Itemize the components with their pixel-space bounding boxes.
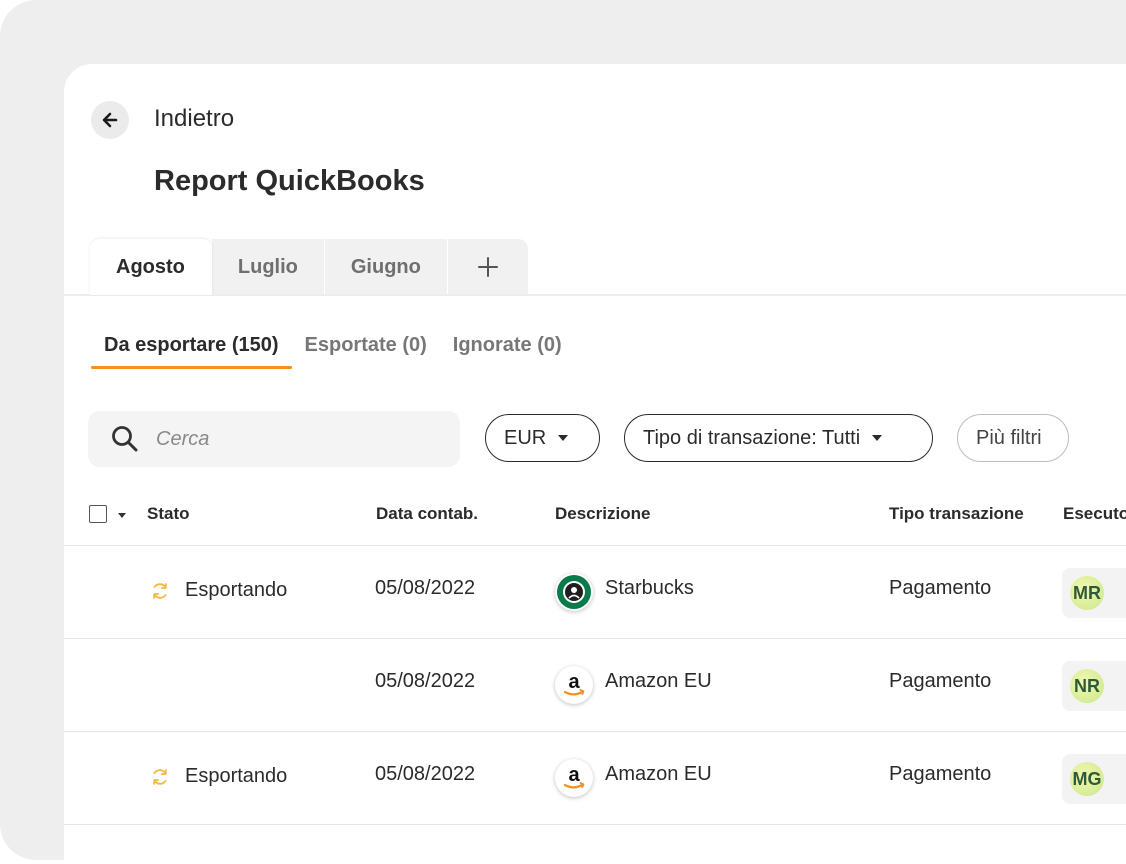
column-header-description[interactable]: Descrizione <box>555 504 650 524</box>
chevron-down-icon <box>872 435 883 441</box>
search-box[interactable] <box>88 411 460 467</box>
column-header-type[interactable]: Tipo transazione <box>889 504 1024 524</box>
tab-exported[interactable]: Esportate (0) <box>292 334 440 369</box>
add-tab-button[interactable] <box>447 239 529 295</box>
executor-cell: NR <box>1062 661 1126 711</box>
tab-giugno[interactable]: Giugno <box>324 239 448 295</box>
month-tabs: Agosto Luglio Giugno <box>90 239 529 295</box>
chevron-down-icon <box>558 435 569 441</box>
executor-cell: MG <box>1062 754 1126 804</box>
plus-icon <box>477 257 498 277</box>
transaction-type-cell: Pagamento <box>889 763 992 785</box>
tab-luglio[interactable]: Luglio <box>211 239 325 295</box>
svg-text:a: a <box>568 764 580 786</box>
avatar[interactable]: NR <box>1070 669 1104 703</box>
select-all-checkbox[interactable] <box>89 505 107 523</box>
tab-to-export[interactable]: Da esportare (150) <box>91 334 292 369</box>
transaction-type-filter-label: Tipo di transazione: Tutti <box>643 426 861 449</box>
status-tabs: Da esportare (150) Esportate (0) Ignorat… <box>91 334 575 369</box>
date-cell: 05/08/2022 <box>375 763 476 785</box>
search-input[interactable] <box>154 426 438 452</box>
tab-ignored[interactable]: Ignorate (0) <box>440 334 575 369</box>
date-cell: 05/08/2022 <box>375 577 476 599</box>
status-cell: Esportando <box>150 765 287 788</box>
back-button[interactable] <box>91 101 129 139</box>
merchant-name: Starbucks <box>605 577 694 599</box>
search-icon <box>112 426 138 452</box>
starbucks-logo-icon <box>555 573 593 611</box>
page-title: Report QuickBooks <box>154 165 425 197</box>
column-header-executor[interactable]: Esecutore <box>1063 504 1126 524</box>
more-filters-label: Più filtri <box>976 426 1042 449</box>
avatar[interactable]: MG <box>1070 762 1104 796</box>
arrow-left-icon <box>102 112 118 128</box>
executor-cell: MR <box>1062 568 1126 618</box>
table-row[interactable]: Esportando 05/08/2022 a Amazon EU Pagame… <box>64 732 1126 825</box>
currency-filter-label: EUR <box>504 426 547 449</box>
date-cell: 05/08/2022 <box>375 670 476 692</box>
svg-text:a: a <box>568 671 580 693</box>
chevron-down-icon[interactable] <box>118 513 126 518</box>
tab-agosto[interactable]: Agosto <box>90 239 212 295</box>
merchant-name: Amazon EU <box>605 670 712 692</box>
status-label: Esportando <box>185 579 288 601</box>
sync-icon <box>153 582 167 599</box>
table-row[interactable]: Esportando 05/08/2022 Starbucks Pagament… <box>64 546 1126 639</box>
currency-filter[interactable]: EUR <box>485 414 600 462</box>
report-card: Indietro Report QuickBooks Agosto Luglio… <box>64 64 1126 864</box>
column-header-status[interactable]: Stato <box>147 504 190 524</box>
sync-icon <box>153 768 167 785</box>
status-cell: Esportando <box>150 579 287 602</box>
avatar[interactable]: MR <box>1070 576 1104 610</box>
back-label[interactable]: Indietro <box>154 105 234 133</box>
transaction-type-cell: Pagamento <box>889 670 992 692</box>
amazon-logo-icon: a <box>555 759 593 797</box>
status-label: Esportando <box>185 765 288 787</box>
transaction-type-filter[interactable]: Tipo di transazione: Tutti <box>624 414 933 462</box>
amazon-logo-icon: a <box>555 666 593 704</box>
merchant-name: Amazon EU <box>605 763 712 785</box>
tabs-divider <box>64 294 1126 296</box>
more-filters-button[interactable]: Più filtri <box>957 414 1069 462</box>
column-header-date[interactable]: Data contab. <box>376 504 478 524</box>
transaction-type-cell: Pagamento <box>889 577 992 599</box>
table-header: Stato Data contab. Descrizione Tipo tran… <box>64 489 1126 546</box>
table-row[interactable]: 05/08/2022 a Amazon EU Pagamento NR <box>64 639 1126 732</box>
